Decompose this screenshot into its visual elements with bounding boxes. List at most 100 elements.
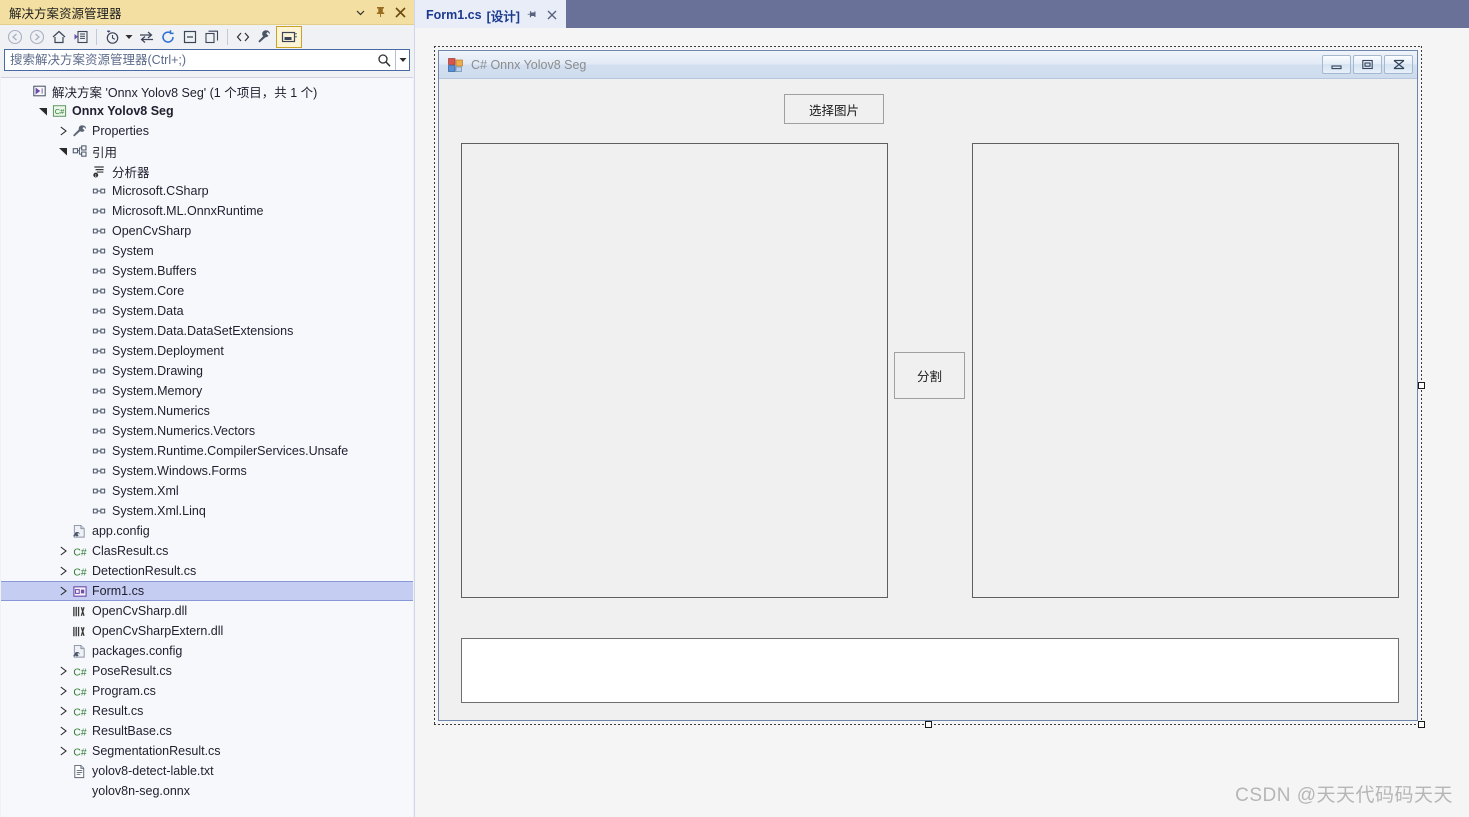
sync-arrows-icon[interactable]	[135, 26, 157, 48]
tree-item[interactable]: System.Numerics.Vectors	[1, 421, 413, 441]
refresh-icon[interactable]	[157, 26, 179, 48]
chevron-right-icon[interactable]	[55, 683, 71, 699]
tree-item[interactable]: System.Data.DataSetExtensions	[1, 321, 413, 341]
search-dropdown-icon[interactable]	[395, 50, 409, 70]
magnifier-icon[interactable]	[373, 50, 395, 70]
minimize-button[interactable]	[1322, 55, 1351, 74]
search-input[interactable]	[5, 50, 373, 70]
select-image-button[interactable]: 选择图片	[784, 94, 884, 124]
back-arrow-icon[interactable]	[4, 26, 26, 48]
tree-item[interactable]: System.Core	[1, 281, 413, 301]
tab-close-icon[interactable]	[545, 6, 560, 24]
tree-item[interactable]: 引用	[1, 141, 413, 161]
tree-item[interactable]: System.Buffers	[1, 261, 413, 281]
tree-item[interactable]: yolov8-detect-lable.txt	[1, 761, 413, 781]
tree-arrow-none	[75, 263, 91, 279]
solution-tree[interactable]: 解决方案 'Onnx Yolov8 Seg' (1 个项目，共 1 个) C# On…	[1, 77, 413, 817]
tree-item[interactable]: C# ResultBase.cs	[1, 721, 413, 741]
tree-item[interactable]: app.config	[1, 521, 413, 541]
designer-icon[interactable]	[276, 26, 302, 48]
tree-item[interactable]: System.Xml	[1, 481, 413, 501]
resize-handle-bottom-right[interactable]	[1418, 721, 1425, 728]
chevron-right-icon[interactable]	[55, 743, 71, 759]
resize-handle-bottom-center[interactable]	[924, 721, 932, 728]
tree-item[interactable]: System.Data	[1, 301, 413, 321]
forward-arrow-icon[interactable]	[26, 26, 48, 48]
tree-item[interactable]: OpenCvSharpExtern.dll	[1, 621, 413, 641]
tree-item[interactable]: Microsoft.CSharp	[1, 181, 413, 201]
form-title: C# Onnx Yolov8 Seg	[471, 57, 587, 72]
tree-item[interactable]: OpenCvSharp.dll	[1, 601, 413, 621]
tree-item[interactable]: System.Deployment	[1, 341, 413, 361]
tree-item[interactable]: 分析器	[1, 161, 413, 181]
toolbar-separator	[96, 29, 97, 45]
angle-brackets-icon[interactable]	[232, 26, 254, 48]
chevron-right-icon[interactable]	[55, 663, 71, 679]
tree-item[interactable]: System.Xml.Linq	[1, 501, 413, 521]
tree-item[interactable]: C# Program.cs	[1, 681, 413, 701]
chevron-right-icon[interactable]	[55, 703, 71, 719]
chevron-right-icon[interactable]	[55, 543, 71, 559]
show-all-files-icon[interactable]	[201, 26, 223, 48]
tree-item[interactable]: System.Windows.Forms	[1, 461, 413, 481]
tree-item-label: Properties	[92, 124, 149, 138]
right-picturebox[interactable]	[972, 143, 1399, 598]
collapse-all-icon[interactable]	[179, 26, 201, 48]
tree-item[interactable]: System	[1, 241, 413, 261]
tree-item[interactable]: OpenCvSharp	[1, 221, 413, 241]
tree-item-label: ClasResult.cs	[92, 544, 169, 558]
panel-dropdown-icon[interactable]	[350, 2, 370, 23]
reference-icon	[91, 423, 108, 439]
chevron-down-icon[interactable]	[55, 143, 71, 159]
search-box[interactable]	[4, 49, 410, 71]
tree-item[interactable]: System.Runtime.CompilerServices.Unsafe	[1, 441, 413, 461]
tree-item[interactable]: System.Drawing	[1, 361, 413, 381]
segment-button[interactable]: 分割	[894, 352, 965, 399]
panel-close-icon[interactable]	[390, 2, 410, 23]
tree-item[interactable]: Properties	[1, 121, 413, 141]
tree-item[interactable]: C# ClasResult.cs	[1, 541, 413, 561]
tree-item[interactable]: Microsoft.ML.OnnxRuntime	[1, 201, 413, 221]
tree-item[interactable]: C# PoseResult.cs	[1, 661, 413, 681]
tree-item-label: SegmentationResult.cs	[92, 744, 221, 758]
tree-item[interactable]: C# Onnx Yolov8 Seg	[1, 101, 413, 121]
tree-arrow-none	[55, 603, 71, 619]
tree-arrow-none	[55, 643, 71, 659]
chevron-right-icon[interactable]	[55, 563, 71, 579]
close-button[interactable]	[1384, 55, 1413, 74]
tree-arrow-none	[75, 383, 91, 399]
resize-handle-middle-right[interactable]	[1418, 382, 1425, 389]
pending-changes-icon[interactable]	[70, 26, 92, 48]
home-icon[interactable]	[48, 26, 70, 48]
tab-form1-designer[interactable]: Form1.cs [设计]	[415, 0, 566, 28]
maximize-button[interactable]	[1353, 55, 1382, 74]
chevron-down-icon[interactable]	[35, 103, 51, 119]
app-root: 解决方案资源管理器 搜索解决方案资源管理器(Ctrl+;) 解决方案 'Onnx…	[0, 0, 1469, 817]
form-titlebar[interactable]: C# Onnx Yolov8 Seg	[439, 51, 1417, 79]
tree-item-label: DetectionResult.cs	[92, 564, 197, 578]
tree-item[interactable]: 解决方案 'Onnx Yolov8 Seg' (1 个项目，共 1 个)	[1, 81, 413, 101]
tree-item[interactable]: C# Result.cs	[1, 701, 413, 721]
tree-item[interactable]: yolov8n-seg.onnx	[1, 781, 413, 801]
left-picturebox[interactable]	[461, 143, 888, 598]
tab-pin-icon[interactable]	[525, 6, 540, 24]
tree-item[interactable]: C# SegmentationResult.cs	[1, 741, 413, 761]
clock-icon[interactable]	[101, 26, 123, 48]
result-textbox[interactable]	[461, 638, 1399, 703]
tree-item[interactable]: packages.config	[1, 641, 413, 661]
caret-down-icon[interactable]	[123, 26, 135, 48]
winform-window[interactable]: C# Onnx Yolov8 Seg 选择图片 分割	[438, 50, 1418, 721]
chevron-right-icon[interactable]	[55, 123, 71, 139]
chevron-right-icon[interactable]	[55, 583, 71, 599]
tree-item-selected[interactable]: Form1.cs	[1, 581, 413, 601]
panel-pin-icon[interactable]	[370, 2, 390, 23]
designer-canvas[interactable]: C# Onnx Yolov8 Seg 选择图片 分割 CSDN @天天代码码天天	[415, 28, 1469, 817]
chevron-right-icon[interactable]	[55, 723, 71, 739]
tree-item[interactable]: System.Memory	[1, 381, 413, 401]
tree-item[interactable]: System.Numerics	[1, 401, 413, 421]
wrench-icon[interactable]	[254, 26, 276, 48]
tree-item[interactable]: C# DetectionResult.cs	[1, 561, 413, 581]
